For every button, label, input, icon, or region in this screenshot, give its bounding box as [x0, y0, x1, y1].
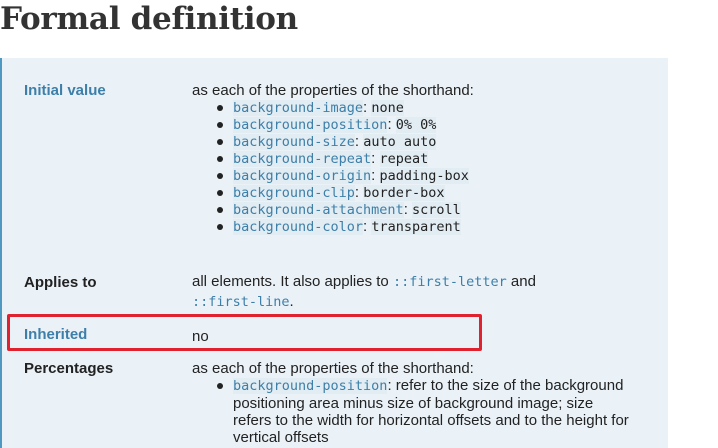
property-value: transparent — [371, 219, 461, 235]
property-link[interactable]: background-attachment — [233, 201, 404, 218]
property-value: repeat — [379, 151, 429, 167]
list-item: background-image: none — [192, 99, 642, 116]
property-link[interactable]: background-position — [233, 377, 388, 394]
percentages-list: background-position: refer to the size o… — [192, 377, 642, 446]
property-link[interactable]: background-origin — [233, 167, 372, 184]
list-item: background-attachment: scroll — [192, 201, 642, 218]
percentages-intro: as each of the properties of the shortha… — [192, 360, 474, 377]
initial-value-list: background-image: none background-positi… — [192, 99, 642, 235]
property-link[interactable]: background-position — [233, 116, 388, 133]
applies-to-content: all elements. It also applies to ::first… — [192, 272, 642, 312]
property-value: auto auto — [363, 134, 437, 150]
bullet-icon — [217, 156, 223, 162]
initial-value-content: as each of the properties of the shortha… — [192, 80, 642, 235]
applies-to-text: all elements. It also applies to — [192, 273, 393, 290]
property-link[interactable]: background-color — [233, 218, 364, 235]
property-link[interactable]: background-repeat — [233, 150, 372, 167]
applies-to-label: Applies to — [24, 274, 97, 291]
bullet-icon — [217, 383, 223, 389]
property-value: 0% 0% — [395, 117, 437, 133]
bullet-icon — [217, 105, 223, 111]
bullet-icon — [217, 190, 223, 196]
property-value: border-box — [363, 185, 445, 201]
first-letter-link[interactable]: ::first-letter — [393, 273, 507, 290]
property-link[interactable]: background-size — [233, 133, 355, 150]
list-item: background-origin: padding-box — [192, 167, 642, 184]
property-link[interactable]: background-clip — [233, 184, 355, 201]
bullet-icon — [217, 139, 223, 145]
bullet-icon — [217, 207, 223, 213]
list-item: background-position: refer to the size o… — [192, 377, 642, 446]
property-value: none — [371, 100, 404, 116]
formal-definition-table: Initial value as each of the properties … — [0, 58, 668, 448]
list-item: background-size: auto auto — [192, 133, 642, 150]
list-item: background-color: transparent — [192, 218, 642, 235]
highlight-box — [7, 314, 482, 351]
property-value: scroll — [412, 202, 461, 218]
bullet-icon — [217, 122, 223, 128]
applies-to-text-2: and — [506, 273, 536, 290]
property-link[interactable]: background-image — [233, 99, 364, 116]
list-item: background-repeat: repeat — [192, 150, 642, 167]
list-item: background-position: 0% 0% — [192, 116, 642, 133]
initial-value-link[interactable]: Initial value — [24, 82, 106, 99]
initial-value-intro: as each of the properties of the shortha… — [192, 82, 474, 99]
percentages-content: as each of the properties of the shortha… — [192, 358, 642, 446]
percentages-label: Percentages — [24, 360, 114, 377]
page-title: Formal definition — [0, 1, 298, 37]
bullet-icon — [217, 173, 223, 179]
first-line-link[interactable]: ::first-line — [192, 293, 290, 310]
property-value: padding-box — [379, 168, 469, 184]
applies-to-text-3: . — [289, 293, 294, 310]
list-item: background-clip: border-box — [192, 184, 642, 201]
bullet-icon — [217, 224, 223, 230]
